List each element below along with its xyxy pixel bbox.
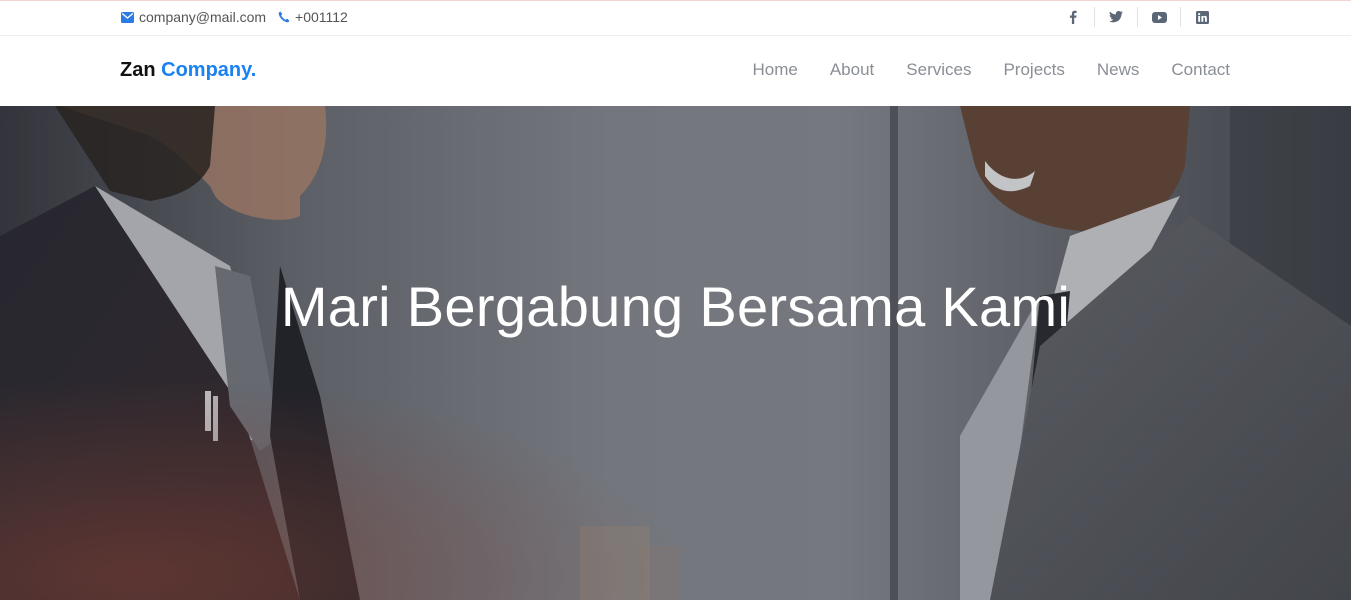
youtube-link[interactable]	[1137, 7, 1180, 27]
top-bar: company@mail.com +001112	[0, 0, 1351, 36]
facebook-icon	[1069, 10, 1077, 24]
social-links	[1051, 7, 1223, 27]
youtube-icon	[1151, 11, 1167, 23]
contact-info: company@mail.com +001112	[121, 9, 360, 25]
hero-banner: Mari Bergabung Bersama Kami	[0, 106, 1351, 600]
nav-item-projects[interactable]: Projects	[1003, 60, 1064, 80]
nav-item-home[interactable]: Home	[752, 60, 797, 80]
hero-background-image	[0, 106, 1351, 600]
brand-logo[interactable]: Zan Company.	[120, 59, 256, 82]
hero-title: Mari Bergabung Bersama Kami	[280, 275, 1071, 338]
linkedin-icon	[1195, 10, 1209, 24]
main-navbar: Zan Company. Home About Services Project…	[0, 36, 1351, 105]
phone-contact[interactable]: +001112	[278, 9, 348, 25]
email-contact[interactable]: company@mail.com	[121, 9, 266, 25]
email-text: company@mail.com	[139, 9, 267, 25]
linkedin-link[interactable]	[1180, 7, 1223, 27]
brand-name: Zan	[120, 59, 156, 81]
nav-item-contact[interactable]: Contact	[1171, 60, 1230, 80]
facebook-link[interactable]	[1051, 7, 1094, 27]
brand-accent: Company.	[161, 59, 257, 81]
phone-icon	[278, 11, 290, 23]
nav-item-about[interactable]: About	[830, 60, 874, 80]
mail-icon	[121, 11, 134, 23]
twitter-link[interactable]	[1094, 7, 1137, 27]
nav-menu: Home About Services Projects News Contac…	[720, 60, 1230, 80]
twitter-icon	[1109, 11, 1123, 23]
nav-item-services[interactable]: Services	[906, 60, 971, 80]
nav-item-news[interactable]: News	[1097, 60, 1140, 80]
phone-text: +001112	[295, 9, 348, 25]
